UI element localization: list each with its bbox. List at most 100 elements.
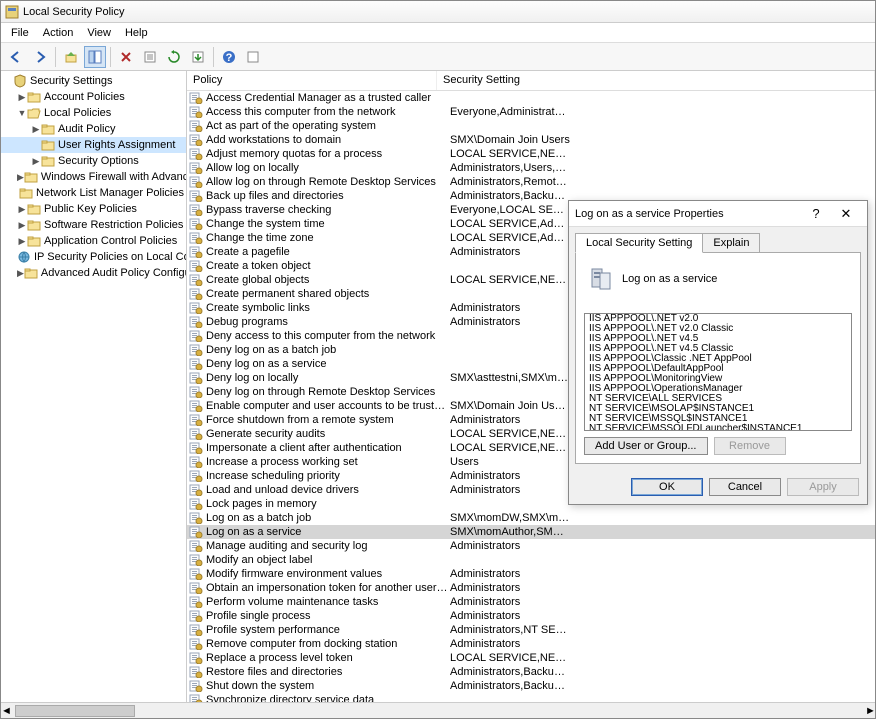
policy-row[interactable]: Modify firmware environment valuesAdmini… xyxy=(187,567,875,581)
policy-setting-cell: LOCAL SERVICE,Admini... xyxy=(450,218,570,230)
policy-row[interactable]: Log on as a batch jobSMX\momDW,SMX\mo... xyxy=(187,511,875,525)
refresh-button[interactable] xyxy=(163,46,185,68)
twisty-icon[interactable]: ▶ xyxy=(31,156,41,167)
up-button[interactable] xyxy=(60,46,82,68)
twisty-icon[interactable]: ▶ xyxy=(17,172,24,183)
policy-setting-cell: Administrators xyxy=(450,568,570,580)
twisty-icon[interactable]: ▶ xyxy=(31,124,41,135)
policy-setting-cell: LOCAL SERVICE,NETWO... xyxy=(450,442,570,454)
policy-name-cell: Change the system time xyxy=(206,218,450,230)
twisty-icon[interactable]: ▶ xyxy=(17,268,24,279)
policy-row[interactable]: Remove computer from docking stationAdmi… xyxy=(187,637,875,651)
tree-item[interactable]: ▼Local Policies xyxy=(1,105,186,121)
tree-item[interactable]: User Rights Assignment xyxy=(1,137,186,153)
policy-row[interactable]: Shut down the systemAdministrators,Backu… xyxy=(187,679,875,693)
tree-item[interactable]: ▶Security Options xyxy=(1,153,186,169)
policy-row[interactable]: Access this computer from the networkEve… xyxy=(187,105,875,119)
policy-name-cell: Bypass traverse checking xyxy=(206,204,450,216)
policy-row[interactable]: Access Credential Manager as a trusted c… xyxy=(187,91,875,105)
properties-button[interactable] xyxy=(139,46,161,68)
apply-button[interactable]: Apply xyxy=(787,478,859,496)
policy-name-cell: Restore files and directories xyxy=(206,666,450,678)
member-item[interactable]: NT SERVICE\MSSQLFDLauncher$INSTANCE1 xyxy=(585,424,851,431)
scrollbar-thumb[interactable] xyxy=(15,705,135,717)
tree-item[interactable]: ▶Advanced Audit Policy Configuration xyxy=(1,265,186,281)
tree-item[interactable]: ▶ Software Restriction Policies xyxy=(1,217,186,233)
dialog-titlebar[interactable]: Log on as a service Properties ? ✕ xyxy=(569,201,867,227)
tab-explain[interactable]: Explain xyxy=(702,233,760,253)
policy-row[interactable]: Manage auditing and security logAdminist… xyxy=(187,539,875,553)
policy-icon xyxy=(189,330,203,342)
tree-item-label: Software Restriction Policies xyxy=(44,219,183,231)
delete-button[interactable] xyxy=(115,46,137,68)
policy-name-cell: Create permanent shared objects xyxy=(206,288,450,300)
policy-row[interactable]: Allow log on locallyAdministrators,Users… xyxy=(187,161,875,175)
policy-row[interactable]: Replace a process level tokenLOCAL SERVI… xyxy=(187,651,875,665)
policy-row[interactable]: Log on as a serviceSMX\momAuthor,SMX\... xyxy=(187,525,875,539)
policy-name-cell: Create global objects xyxy=(206,274,450,286)
tree-item[interactable]: IP Security Policies on Local Compute xyxy=(1,249,186,265)
menu-view[interactable]: View xyxy=(81,25,117,41)
column-setting[interactable]: Security Setting xyxy=(437,71,875,90)
column-policy[interactable]: Policy xyxy=(187,71,437,90)
twisty-icon[interactable]: ▼ xyxy=(17,108,27,118)
dialog-actions: OK Cancel Apply xyxy=(569,470,867,504)
tab-local-security-setting[interactable]: Local Security Setting xyxy=(575,233,703,253)
tree-item[interactable]: ▶Windows Firewall with Advanced Sec xyxy=(1,169,186,185)
twisty-icon[interactable]: ▶ xyxy=(17,204,27,215)
policy-setting-cell: Administrators xyxy=(450,638,570,650)
members-listbox[interactable]: IIS APPPOOL\.NET v2.0IIS APPPOOL\.NET v2… xyxy=(584,313,852,431)
horizontal-scrollbar[interactable]: ◄ ► xyxy=(1,702,875,718)
policy-row[interactable]: Adjust memory quotas for a processLOCAL … xyxy=(187,147,875,161)
extra-button[interactable] xyxy=(242,46,264,68)
policy-setting-cell: Administrators xyxy=(450,316,570,328)
globe-icon xyxy=(17,250,31,264)
policy-icon xyxy=(189,176,203,188)
app-icon xyxy=(5,5,19,19)
menu-file[interactable]: File xyxy=(5,25,35,41)
policy-row[interactable]: Add workstations to domainSMX\Domain Joi… xyxy=(187,133,875,147)
policy-row[interactable]: Act as part of the operating system xyxy=(187,119,875,133)
policy-setting-cell: LOCAL SERVICE,NETWO... xyxy=(450,652,570,664)
tree-pane[interactable]: Security Settings▶Account Policies▼Local… xyxy=(1,71,187,702)
dialog-close-button[interactable]: ✕ xyxy=(831,206,861,222)
policy-row[interactable]: Restore files and directoriesAdministrat… xyxy=(187,665,875,679)
export-button[interactable] xyxy=(187,46,209,68)
cancel-button[interactable]: Cancel xyxy=(709,478,781,496)
tree-item[interactable]: ▶Account Policies xyxy=(1,89,186,105)
show-hide-tree-button[interactable] xyxy=(84,46,106,68)
twisty-icon[interactable]: ▶ xyxy=(17,220,27,231)
help-button[interactable]: ? xyxy=(218,46,240,68)
policy-row[interactable]: Obtain an impersonation token for anothe… xyxy=(187,581,875,595)
twisty-icon[interactable]: ▶ xyxy=(17,236,27,247)
policy-row[interactable]: Profile single processAdministrators xyxy=(187,609,875,623)
tree-item[interactable]: Security Settings xyxy=(1,73,186,89)
ok-button[interactable]: OK xyxy=(631,478,703,496)
tree-item[interactable]: ▶Application Control Policies xyxy=(1,233,186,249)
tree-item[interactable]: Network List Manager Policies xyxy=(1,185,186,201)
policy-row[interactable]: Modify an object label xyxy=(187,553,875,567)
policy-row[interactable]: Profile system performanceAdministrators… xyxy=(187,623,875,637)
policy-row[interactable]: Perform volume maintenance tasksAdminist… xyxy=(187,595,875,609)
remove-button[interactable]: Remove xyxy=(714,437,786,455)
policy-icon xyxy=(189,596,203,608)
policy-row[interactable]: Synchronize directory service data xyxy=(187,693,875,702)
add-user-button[interactable]: Add User or Group... xyxy=(584,437,708,455)
tree-item-label: IP Security Policies on Local Compute xyxy=(34,251,187,263)
policy-setting-cell: SMX\momDW,SMX\mo... xyxy=(450,512,570,524)
folder-icon xyxy=(27,218,41,232)
policy-icon xyxy=(189,638,203,650)
twisty-icon[interactable]: ▶ xyxy=(17,92,27,103)
toolbar: ? xyxy=(1,43,875,71)
folder-icon xyxy=(41,122,55,136)
menu-action[interactable]: Action xyxy=(37,25,80,41)
policy-row[interactable]: Allow log on through Remote Desktop Serv… xyxy=(187,175,875,189)
forward-button[interactable] xyxy=(29,46,51,68)
policy-name-cell: Profile single process xyxy=(206,610,450,622)
tree-item[interactable]: ▶Public Key Policies xyxy=(1,201,186,217)
tree-item[interactable]: ▶Audit Policy xyxy=(1,121,186,137)
policy-icon xyxy=(189,106,203,118)
menu-help[interactable]: Help xyxy=(119,25,154,41)
back-button[interactable] xyxy=(5,46,27,68)
dialog-help-button[interactable]: ? xyxy=(801,206,831,221)
